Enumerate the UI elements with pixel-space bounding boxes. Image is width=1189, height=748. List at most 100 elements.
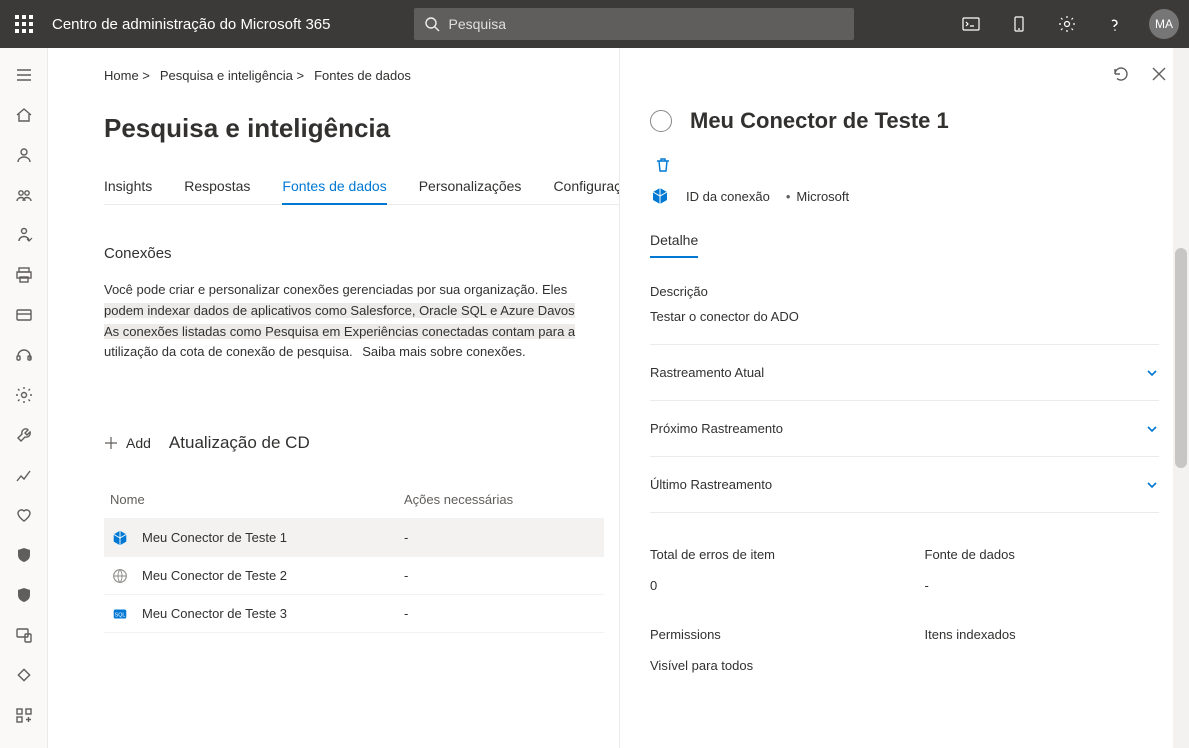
nav-collapse-toggle[interactable] bbox=[0, 56, 48, 94]
tab-insights[interactable]: Insights bbox=[104, 172, 152, 204]
nav-reports[interactable] bbox=[0, 456, 48, 494]
settings-button[interactable] bbox=[1043, 0, 1091, 48]
nav-setup[interactable] bbox=[0, 416, 48, 454]
nav-support[interactable] bbox=[0, 336, 48, 374]
connector-cube-icon bbox=[110, 528, 130, 548]
nav-settings[interactable] bbox=[0, 376, 48, 414]
device-icon bbox=[15, 626, 33, 644]
search-icon bbox=[424, 16, 440, 32]
diamond-icon bbox=[15, 666, 33, 684]
hamburger-icon bbox=[15, 66, 33, 84]
stat-errors-label: Total de erros de item bbox=[650, 547, 885, 562]
accordion-current-crawl[interactable]: Rastreamento Atual bbox=[650, 345, 1159, 401]
panel-close-button[interactable] bbox=[1149, 64, 1169, 84]
row-actions: - bbox=[404, 568, 604, 583]
terminal-icon bbox=[962, 15, 980, 33]
nav-home[interactable] bbox=[0, 96, 48, 134]
accordion-next-crawl[interactable]: Próximo Rastreamento bbox=[650, 401, 1159, 457]
chevron-down-icon bbox=[1145, 366, 1159, 380]
wrench-icon bbox=[15, 426, 33, 444]
waffle-icon bbox=[15, 15, 33, 33]
stat-permissions-value: Visível para todos bbox=[650, 658, 885, 673]
window-scrollbar[interactable] bbox=[1173, 48, 1189, 748]
panel-tab-detail[interactable]: Detalhe bbox=[650, 232, 698, 258]
stat-source-value: - bbox=[925, 578, 1160, 593]
breadcrumb-item-home[interactable]: Home > bbox=[104, 68, 150, 83]
panel-refresh-button[interactable] bbox=[1111, 64, 1131, 84]
grid-col-name[interactable]: Nome bbox=[104, 492, 404, 507]
row-name: Meu Conector de Teste 2 bbox=[142, 568, 287, 583]
nav-compliance[interactable] bbox=[0, 576, 48, 614]
nav-security[interactable] bbox=[0, 536, 48, 574]
nav-billing[interactable] bbox=[0, 296, 48, 334]
stat-indexed-label: Itens indexados bbox=[925, 627, 1160, 642]
row-name: Meu Conector de Teste 3 bbox=[142, 606, 287, 621]
row-actions: - bbox=[404, 606, 604, 621]
row-name: Meu Conector de Teste 1 bbox=[142, 530, 287, 545]
description-value: Testar o conector do ADO bbox=[650, 309, 1159, 324]
detail-panel: Meu Conector de Teste 1 ID da conexão Mi… bbox=[619, 48, 1189, 748]
stat-errors-value: 0 bbox=[650, 578, 885, 593]
accordion-last-crawl[interactable]: Último Rastreamento bbox=[650, 457, 1159, 513]
table-row[interactable]: Meu Conector de Teste 1 - bbox=[104, 519, 604, 557]
connections-grid: Nome Ações necessárias Meu Conector de T… bbox=[104, 481, 604, 633]
add-connection-button[interactable]: Add bbox=[104, 435, 151, 451]
nav-users[interactable] bbox=[0, 136, 48, 174]
app-title: Centro de administração do Microsoft 365 bbox=[48, 16, 354, 33]
left-nav bbox=[0, 48, 48, 748]
card-icon bbox=[15, 306, 33, 324]
trash-icon bbox=[654, 156, 672, 174]
connector-sql-icon: SQL bbox=[110, 604, 130, 624]
tab-datasources[interactable]: Fontes de dados bbox=[282, 172, 386, 204]
account-avatar[interactable]: MA bbox=[1149, 9, 1179, 39]
breadcrumb-item-search[interactable]: Pesquisa e inteligência > bbox=[160, 68, 304, 83]
row-actions: - bbox=[404, 530, 604, 545]
grid-col-actions[interactable]: Ações necessárias bbox=[404, 492, 604, 507]
help-button[interactable] bbox=[1091, 0, 1139, 48]
search-input[interactable] bbox=[448, 16, 844, 32]
global-search[interactable] bbox=[414, 8, 854, 40]
table-row[interactable]: SQL Meu Conector de Teste 3 - bbox=[104, 595, 604, 633]
nav-resources[interactable] bbox=[0, 256, 48, 294]
stat-permissions-label: Permissions bbox=[650, 627, 885, 642]
shell-mobile-button[interactable] bbox=[995, 0, 1043, 48]
app-launcher-button[interactable] bbox=[0, 0, 48, 48]
chart-icon bbox=[15, 466, 33, 484]
nav-customize[interactable] bbox=[0, 696, 48, 734]
panel-title: Meu Conector de Teste 1 bbox=[690, 108, 949, 134]
svg-text:SQL: SQL bbox=[115, 612, 126, 618]
user-icon bbox=[15, 146, 33, 164]
close-icon bbox=[1150, 65, 1168, 83]
tab-responses[interactable]: Respostas bbox=[184, 172, 250, 204]
scrollbar-thumb[interactable] bbox=[1175, 248, 1187, 468]
chevron-down-icon bbox=[1145, 422, 1159, 436]
gear-icon bbox=[1058, 15, 1076, 33]
nav-endpoint[interactable] bbox=[0, 616, 48, 654]
connection-id-label: ID da conexão bbox=[686, 189, 770, 204]
nav-groups[interactable] bbox=[0, 176, 48, 214]
home-icon bbox=[15, 106, 33, 124]
customize-icon bbox=[15, 706, 33, 724]
shell-terminal-button[interactable] bbox=[947, 0, 995, 48]
shield-icon bbox=[15, 546, 33, 564]
group-icon bbox=[15, 186, 33, 204]
panel-select-radio[interactable] bbox=[650, 110, 672, 132]
shield-check-icon bbox=[15, 586, 33, 604]
delete-connector-button[interactable] bbox=[654, 156, 672, 174]
nav-roles[interactable] bbox=[0, 216, 48, 254]
table-row[interactable]: Meu Conector de Teste 2 - bbox=[104, 557, 604, 595]
printer-icon bbox=[15, 266, 33, 284]
stat-source-label: Fonte de dados bbox=[925, 547, 1160, 562]
breadcrumb-item-datasources: Fontes de dados bbox=[314, 68, 411, 83]
connector-globe-icon bbox=[110, 566, 130, 586]
gear-icon bbox=[15, 386, 33, 404]
connector-cube-icon bbox=[650, 186, 670, 206]
tab-customizations[interactable]: Personalizações bbox=[419, 172, 522, 204]
description-label: Descrição bbox=[650, 284, 1159, 299]
connection-vendor: Microsoft bbox=[786, 189, 849, 204]
roles-icon bbox=[15, 226, 33, 244]
nav-health[interactable] bbox=[0, 496, 48, 534]
nav-more[interactable] bbox=[0, 656, 48, 694]
plus-icon bbox=[104, 436, 118, 450]
learn-more-link[interactable]: Saiba mais sobre conexões. bbox=[362, 344, 525, 359]
